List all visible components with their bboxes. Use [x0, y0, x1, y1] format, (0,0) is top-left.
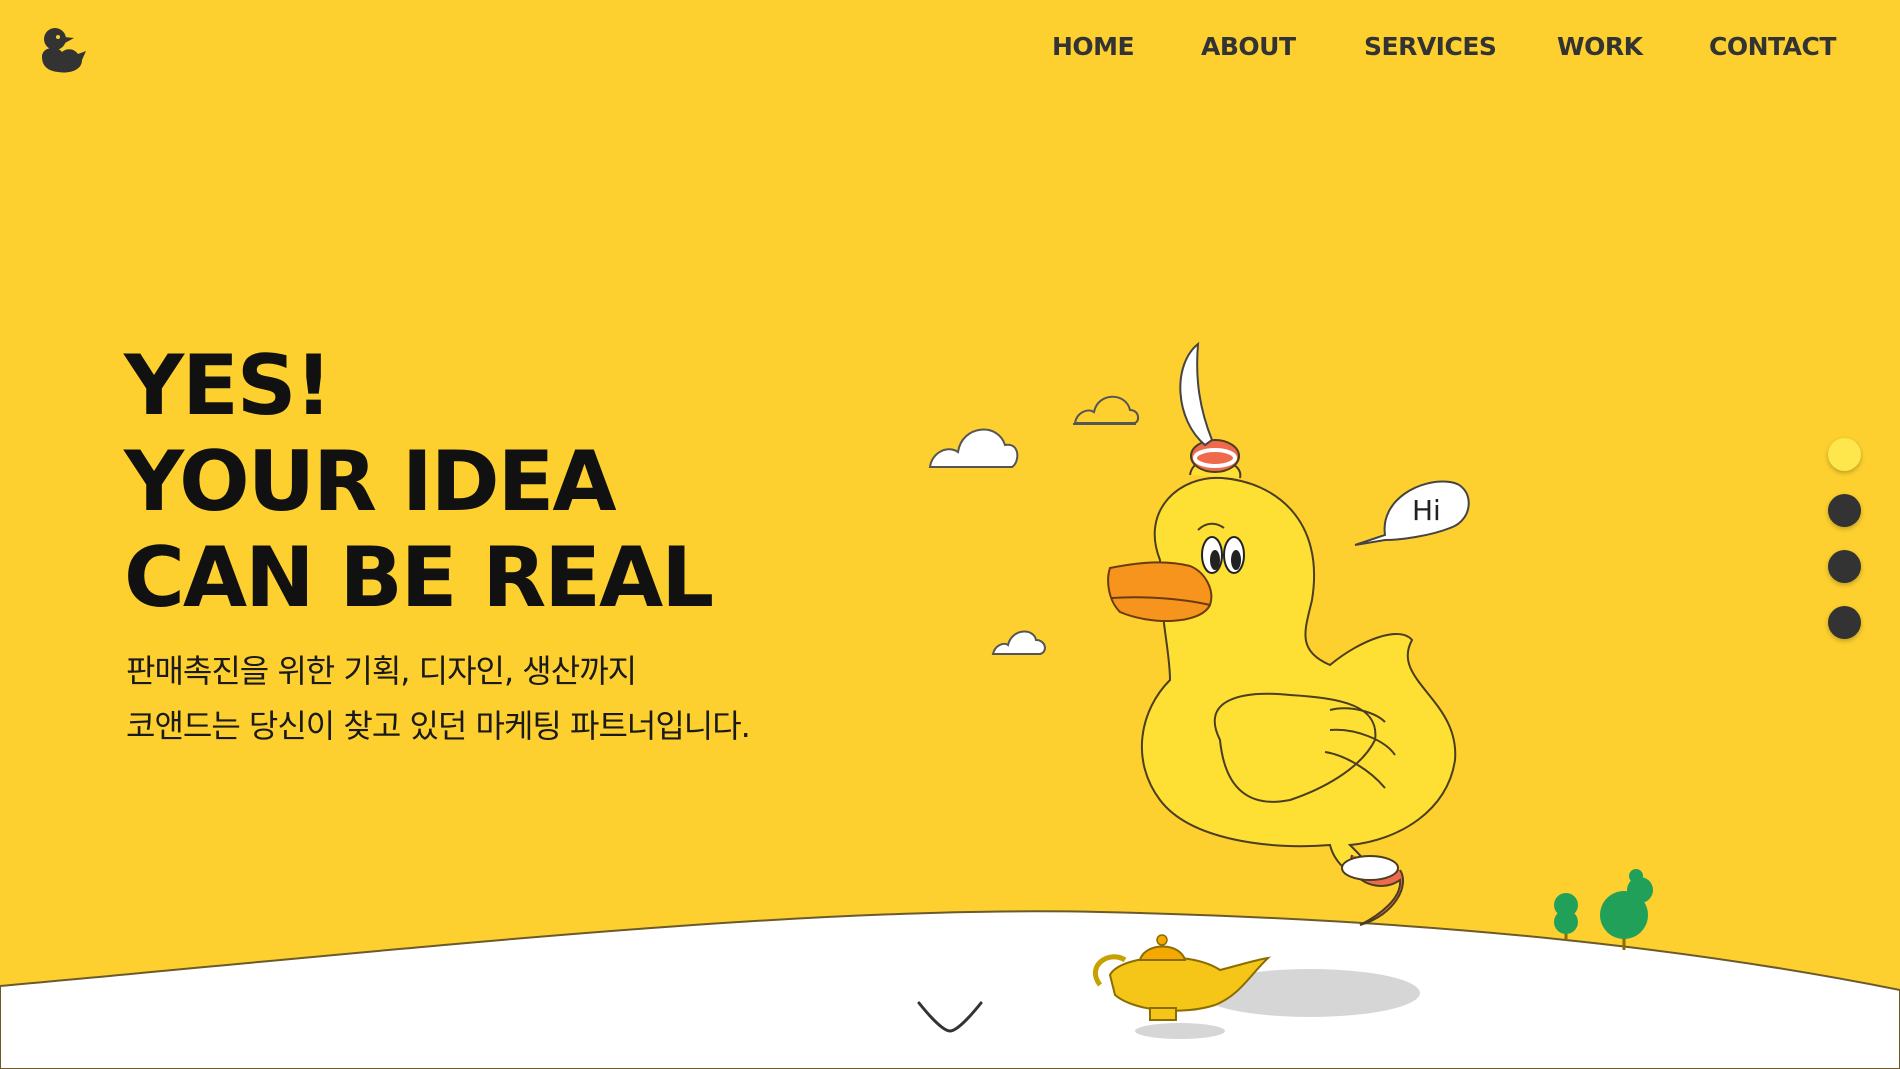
pager-dot-1[interactable] — [1828, 438, 1861, 471]
nav-about[interactable]: ABOUT — [1201, 32, 1296, 61]
nav-services[interactable]: SERVICES — [1364, 32, 1497, 61]
nav-home[interactable]: HOME — [1052, 32, 1135, 61]
subtext-line-2: 코앤드는 당신이 찾고 있던 마케팅 파트너입니다. — [126, 707, 751, 745]
pager-dot-4[interactable] — [1828, 606, 1861, 639]
pager-dot-3[interactable] — [1828, 550, 1861, 583]
nav-work[interactable]: WORK — [1557, 32, 1643, 61]
headline-line-3: CAN BE REAL — [124, 529, 714, 626]
hero-subtext: 판매촉진을 위한 기획, 디자인, 생산까지 코앤드는 당신이 찾고 있던 마케… — [126, 644, 751, 754]
nav-contact[interactable]: CONTACT — [1709, 32, 1836, 61]
hero-headline: YES! YOUR IDEA CAN BE REAL — [124, 337, 714, 626]
landing-page: HOME ABOUT SERVICES WORK CONTACT YES! YO… — [0, 0, 1900, 1069]
subtext-line-1: 판매촉진을 위한 기획, 디자인, 생산까지 — [126, 652, 637, 690]
main-nav: HOME ABOUT SERVICES WORK CONTACT — [0, 32, 1900, 72]
chevron-down-icon[interactable] — [915, 995, 985, 1035]
headline-line-2: YOUR IDEA — [124, 433, 617, 530]
headline-line-1: YES! — [124, 337, 332, 434]
section-pager — [1828, 438, 1864, 662]
pager-dot-2[interactable] — [1828, 494, 1861, 527]
